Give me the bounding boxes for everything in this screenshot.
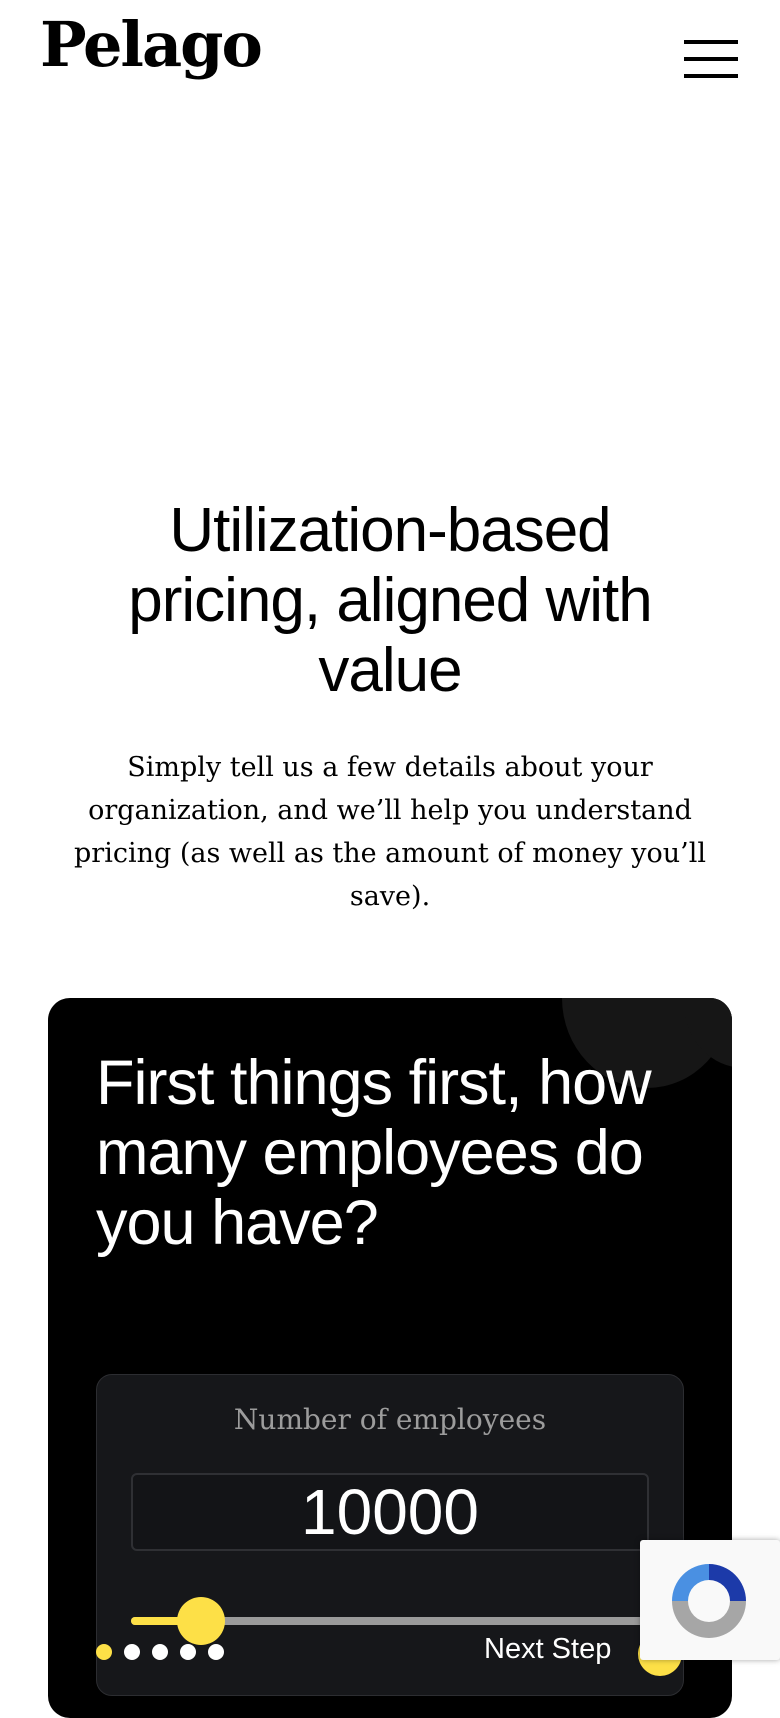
page-title: Utilization-based pricing, aligned with … bbox=[128, 496, 653, 705]
menu-bar bbox=[684, 40, 738, 44]
recaptcha-badge[interactable] bbox=[640, 1540, 780, 1660]
step-dot bbox=[96, 1644, 112, 1660]
next-step-button[interactable]: Next Step bbox=[484, 1633, 611, 1666]
calculator-question: First things first, how many employees d… bbox=[96, 1048, 652, 1258]
recaptcha-icon bbox=[672, 1564, 746, 1638]
menu-bar bbox=[684, 74, 738, 78]
pelago-logo[interactable]: Pelago bbox=[40, 14, 263, 76]
step-dot bbox=[124, 1644, 140, 1660]
employee-slider[interactable] bbox=[131, 1597, 651, 1645]
page-subtitle: Simply tell us a few details about your … bbox=[74, 752, 706, 912]
employee-count-input[interactable] bbox=[131, 1473, 649, 1551]
hamburger-menu-icon[interactable] bbox=[684, 40, 740, 82]
site-header: Pelago bbox=[0, 0, 780, 120]
employee-count-label: Number of employees bbox=[233, 1403, 547, 1436]
menu-bar bbox=[684, 57, 738, 61]
pricing-calculator-card: First things first, how many employees d… bbox=[48, 998, 732, 1718]
step-dot bbox=[152, 1644, 168, 1660]
slider-handle[interactable] bbox=[177, 1597, 225, 1645]
step-dot bbox=[180, 1644, 196, 1660]
step-dot bbox=[208, 1644, 224, 1660]
